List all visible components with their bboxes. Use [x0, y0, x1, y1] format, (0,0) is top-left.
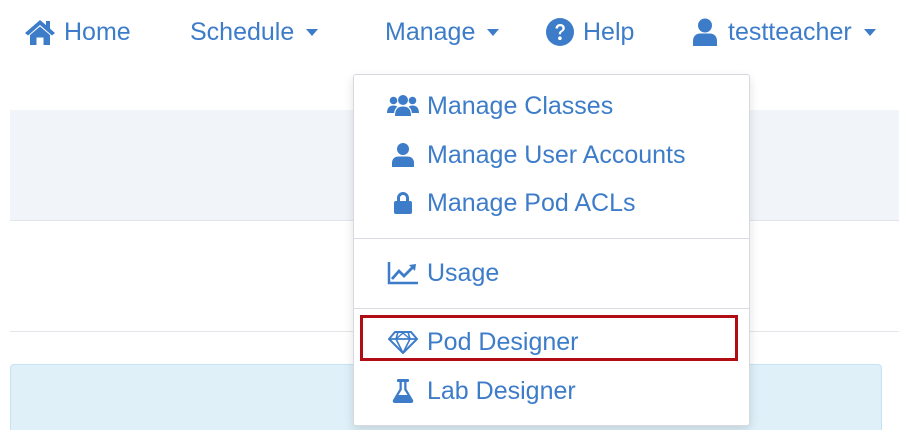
highlight-frame	[360, 315, 738, 361]
user-icon	[387, 142, 419, 168]
left-edge	[0, 110, 10, 430]
nav-schedule-label: Schedule	[190, 17, 295, 46]
menu-divider	[354, 238, 749, 239]
users-icon	[387, 94, 419, 118]
chevron-down-icon	[306, 28, 319, 36]
menu-item-label: Manage Classes	[427, 91, 614, 120]
flask-icon	[387, 378, 419, 404]
menu-item-manage-pod-acls[interactable]: Manage Pod ACLs	[387, 186, 635, 220]
nav-user-dropdown[interactable]: testteacher	[690, 14, 876, 50]
menu-item-label: Lab Designer	[427, 376, 576, 405]
nav-manage-dropdown[interactable]: Manage	[385, 14, 500, 50]
menu-item-manage-user-accounts[interactable]: Manage User Accounts	[387, 138, 685, 172]
line-chart-icon	[387, 261, 419, 285]
nav-help-link[interactable]: Help	[545, 14, 634, 50]
question-circle-icon	[545, 17, 575, 47]
menu-item-usage[interactable]: Usage	[387, 256, 499, 290]
menu-item-label: Manage Pod ACLs	[427, 188, 636, 217]
page: Home Schedule Manage Help testteacher Ma…	[0, 0, 899, 430]
menu-item-manage-classes[interactable]: Manage Classes	[387, 89, 613, 123]
nav-schedule-dropdown[interactable]: Schedule	[190, 14, 319, 50]
menu-divider	[354, 308, 749, 309]
chevron-down-icon	[487, 28, 500, 36]
nav-manage-label: Manage	[385, 17, 476, 46]
nav-home-link[interactable]: Home	[24, 14, 131, 50]
manage-dropdown-menu: Manage Classes Manage User Accounts Mana…	[353, 74, 750, 426]
menu-item-lab-designer[interactable]: Lab Designer	[387, 374, 576, 408]
menu-item-label: Usage	[427, 258, 500, 287]
user-icon	[690, 17, 720, 47]
chevron-down-icon	[863, 28, 876, 36]
top-navbar: Home Schedule Manage Help testteacher	[0, 0, 899, 64]
home-icon	[24, 18, 56, 46]
nav-home-label: Home	[64, 17, 131, 46]
nav-help-label: Help	[583, 17, 635, 46]
menu-item-label: Manage User Accounts	[427, 140, 686, 169]
lock-icon	[387, 191, 419, 215]
nav-user-label: testteacher	[728, 17, 852, 46]
